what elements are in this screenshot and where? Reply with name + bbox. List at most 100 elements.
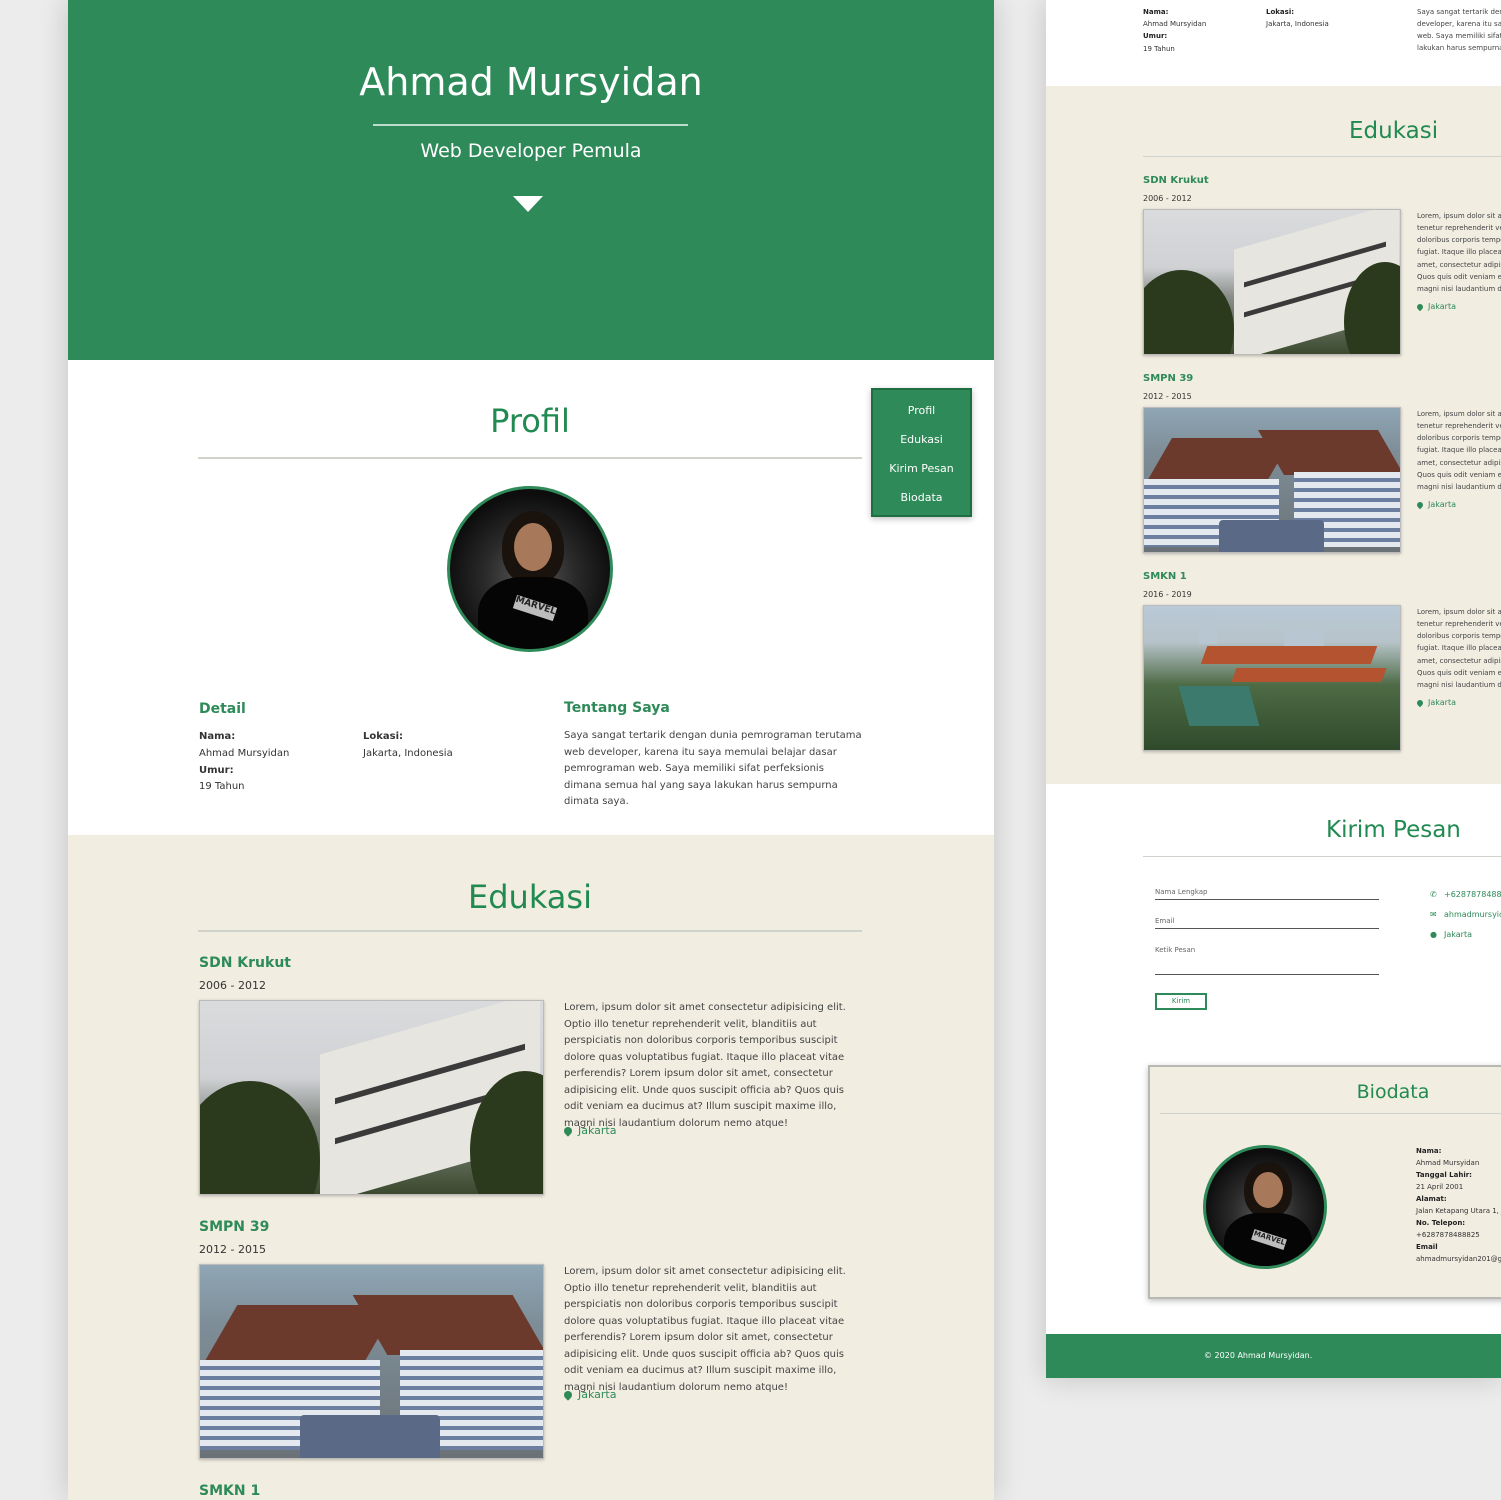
school-years: 2006 - 2012 — [199, 979, 266, 992]
name-field[interactable]: Nama Lengkap — [1155, 888, 1208, 896]
biodata-divider — [1160, 1113, 1501, 1114]
school-years: 2012 - 2015 — [199, 1243, 266, 1256]
bio-email-label: Email — [1416, 1243, 1438, 1251]
footer: © 2020 Ahmad Mursyidan. — [1046, 1334, 1501, 1378]
about-text-line: developer, karena itu say — [1417, 20, 1501, 28]
edukasi-divider — [1143, 156, 1501, 157]
kirim-pesan-heading: Kirim Pesan — [1326, 817, 1461, 843]
bio-email-value: ahmadmursyidan201@gr — [1416, 1255, 1501, 1263]
about-text-line: Saya sangat tertarik deng — [1417, 8, 1501, 16]
school-years: 2012 - 2015 — [1143, 392, 1192, 401]
school-location: Jakarta — [1415, 500, 1456, 509]
hero-divider — [373, 124, 688, 126]
biodata-heading: Biodata — [1356, 1081, 1430, 1103]
profil-heading: Profil — [490, 402, 570, 440]
school-description-line: fugiat. Itaque illo placeat — [1417, 446, 1501, 454]
bio-alamat-value: Jalan Ketapang Utara 1, Ja — [1416, 1207, 1501, 1215]
school-description-line: tenetur reprehenderit ve — [1417, 224, 1501, 232]
left-page-mockup: Ahmad Mursyidan Web Developer Pemula Pro… — [68, 0, 994, 1500]
school-name: SMKN 1 — [199, 1483, 261, 1499]
school-description-line: doloribus corporis tempo — [1417, 632, 1501, 640]
school-description-line: amet, consectetur adipis — [1417, 657, 1501, 665]
email-field-underline[interactable] — [1155, 928, 1379, 929]
school-photo — [1143, 209, 1401, 355]
map-pin-icon: ● — [1430, 930, 1437, 939]
school-photo — [199, 1000, 544, 1195]
email-field[interactable]: Email — [1155, 917, 1174, 925]
contact-location: ● Jakarta — [1430, 930, 1472, 939]
school-name: SMPN 39 — [199, 1219, 270, 1235]
floating-nav: Profil Edukasi Kirim Pesan Biodata — [871, 388, 972, 517]
nav-item-biodata[interactable]: Biodata — [873, 483, 970, 512]
biodata-avatar: MARVEL — [1203, 1145, 1327, 1269]
edukasi-heading: Edukasi — [1349, 118, 1439, 144]
school-description-line: doloribus corporis tempo — [1417, 434, 1501, 442]
school-description-line: doloribus corporis tempo — [1417, 236, 1501, 244]
nav-item-profil[interactable]: Profil — [873, 396, 970, 425]
school-description-line: magni nisi laudantium do — [1417, 681, 1501, 689]
contact-phone: ✆ +62878784888 — [1430, 890, 1501, 899]
school-description-line: Quos quis odit veniam ea — [1417, 273, 1501, 281]
school-description-line: tenetur reprehenderit ve — [1417, 422, 1501, 430]
map-pin-icon — [562, 1389, 574, 1401]
about-text-line: web. Saya memiliki sifat p — [1417, 32, 1501, 40]
school-description-line: Lorem, ipsum dolor sit ar — [1417, 410, 1501, 418]
school-description: Lorem, ipsum dolor sit amet consectetur … — [564, 1002, 846, 1129]
umur-value: 19 Tahun — [1143, 45, 1175, 53]
biodata-card: Biodata MARVEL Nama: Ahmad Mursyidan Tan… — [1148, 1065, 1501, 1299]
school-years: 2016 - 2019 — [1143, 590, 1192, 599]
kirim-pesan-divider — [1143, 856, 1501, 857]
profile-avatar: MARVEL — [447, 486, 613, 652]
school-name: SDN Krukut — [1143, 175, 1209, 186]
nav-item-edukasi[interactable]: Edukasi — [873, 425, 970, 454]
message-field-underline[interactable] — [1155, 974, 1379, 975]
nama-label: Nama: — [199, 731, 236, 742]
about-text-line: lakukan harus sempurna — [1417, 44, 1501, 52]
scroll-down-icon[interactable] — [513, 196, 543, 212]
umur-value: 19 Tahun — [199, 781, 245, 792]
name-field-underline[interactable] — [1155, 899, 1379, 900]
edukasi-divider — [198, 930, 862, 932]
school-photo — [1143, 605, 1401, 751]
umur-label: Umur: — [199, 765, 234, 776]
nama-label: Nama: — [1143, 8, 1169, 16]
hero-header: Ahmad Mursyidan Web Developer Pemula — [68, 0, 994, 360]
school-location: Jakarta — [562, 1388, 616, 1401]
map-pin-icon — [1415, 698, 1425, 707]
lokasi-label: Lokasi: — [1266, 8, 1295, 16]
phone-icon: ✆ — [1430, 890, 1437, 899]
school-description-line: Lorem, ipsum dolor sit ar — [1417, 212, 1501, 220]
nama-value: Ahmad Mursyidan — [1143, 20, 1207, 28]
bio-alamat-label: Alamat: — [1416, 1195, 1447, 1203]
map-pin-icon — [562, 1125, 574, 1137]
school-name: SDN Krukut — [199, 955, 291, 971]
school-description-line: magni nisi laudantium do — [1417, 483, 1501, 491]
hero-subtitle: Web Developer Pemula — [420, 140, 642, 162]
school-description-line: Quos quis odit veniam ea — [1417, 471, 1501, 479]
kirim-button[interactable]: Kirim — [1155, 993, 1207, 1010]
umur-label: Umur: — [1143, 32, 1168, 40]
school-photo — [199, 1264, 544, 1459]
about-heading: Tentang Saya — [564, 700, 670, 716]
school-location: Jakarta — [562, 1124, 616, 1137]
nama-value: Ahmad Mursyidan — [199, 748, 290, 759]
bio-nama-value: Ahmad Mursyidan — [1416, 1159, 1480, 1167]
school-description-line: fugiat. Itaque illo placeat — [1417, 248, 1501, 256]
message-field[interactable]: Ketik Pesan — [1155, 946, 1195, 954]
contact-email: ✉ ahmadmursyic — [1430, 910, 1501, 919]
school-photo — [1143, 407, 1401, 553]
profil-divider — [198, 457, 862, 459]
lokasi-value: Jakarta, Indonesia — [363, 748, 453, 759]
bio-telp-label: No. Telepon: — [1416, 1219, 1466, 1227]
bio-nama-label: Nama: — [1416, 1147, 1442, 1155]
school-description-line: amet, consectetur adipis — [1417, 261, 1501, 269]
school-description-line: Lorem, ipsum dolor sit ar — [1417, 608, 1501, 616]
school-description-line: Quos quis odit veniam ea — [1417, 669, 1501, 677]
map-pin-icon — [1415, 500, 1425, 509]
lokasi-value: Jakarta, Indonesia — [1266, 20, 1329, 28]
bio-tgl-label: Tanggal Lahir: — [1416, 1171, 1472, 1179]
map-pin-icon — [1415, 302, 1425, 311]
nav-item-kirim-pesan[interactable]: Kirim Pesan — [873, 454, 970, 483]
school-location: Jakarta — [1415, 698, 1456, 707]
bio-telp-value: +6287878488825 — [1416, 1231, 1480, 1239]
